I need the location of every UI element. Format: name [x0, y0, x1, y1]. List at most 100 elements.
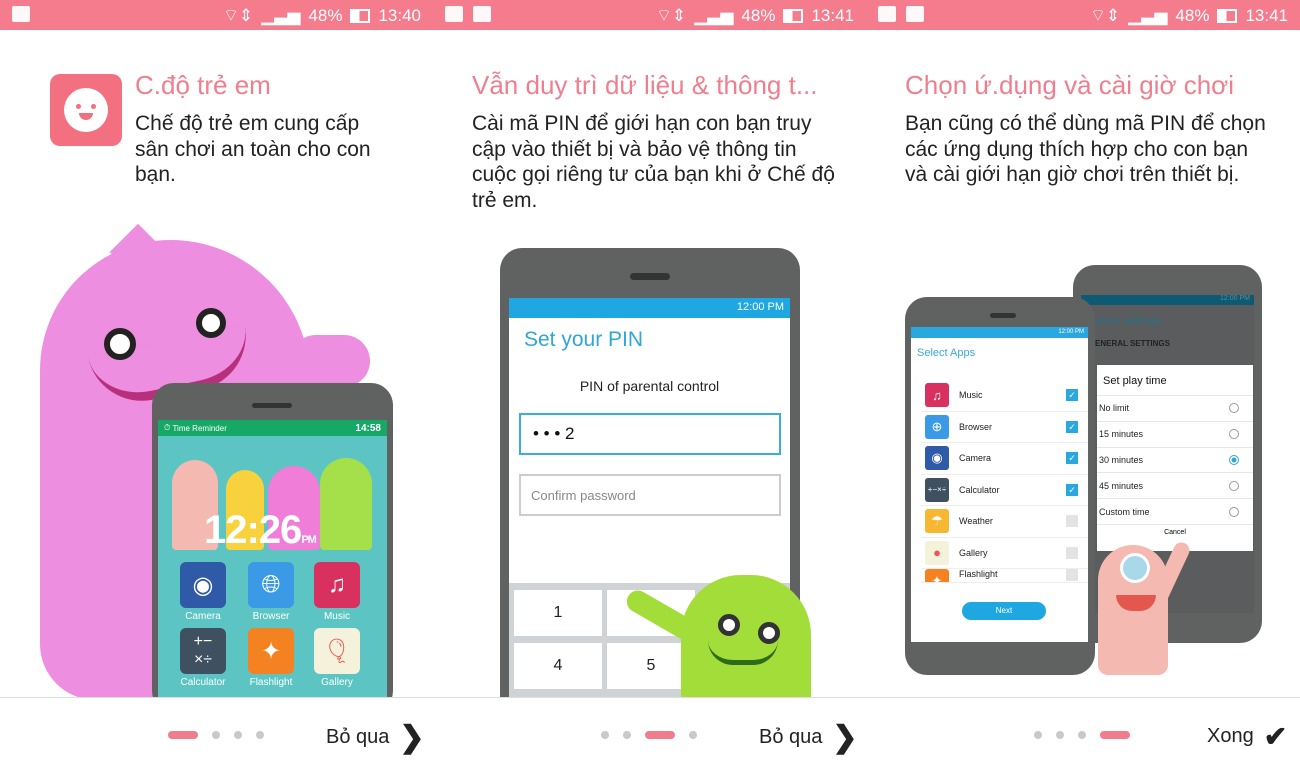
app-row-browser[interactable]: ⊕ Browser ✓: [921, 412, 1088, 443]
wifi-icon: ⌔⇕: [1089, 6, 1121, 25]
skip-label: Bỏ qua: [326, 726, 390, 748]
option-custom[interactable]: Custom time: [1097, 498, 1253, 524]
skip-button[interactable]: Bỏ qua ❯: [759, 720, 858, 755]
skip-button[interactable]: Bỏ qua ❯: [326, 720, 425, 755]
checkbox-unchecked[interactable]: [1066, 569, 1078, 581]
bottom-nav: Bỏ qua ❯: [0, 697, 433, 770]
chevron-right-icon: ❯: [399, 721, 425, 754]
page-dot: [234, 731, 242, 739]
clock: 13:40: [378, 5, 421, 25]
radio[interactable]: [1229, 480, 1239, 491]
phone-time: 12:00 PM: [1081, 295, 1254, 305]
app-row-camera[interactable]: ◉ Camera ✓: [921, 443, 1088, 475]
timer-icon: ⏱: [164, 423, 173, 432]
checkmark-icon: ✔: [1263, 721, 1288, 752]
clock: 13:41: [811, 5, 854, 25]
image-icon: [878, 6, 896, 22]
done-button[interactable]: Xong ✔: [1207, 720, 1287, 753]
wifi-icon: ⌔⇕: [222, 6, 254, 25]
page-dot-active: [1100, 731, 1130, 739]
app-camera[interactable]: ◉ Camera: [180, 562, 226, 622]
home-clock: 12:26PM: [204, 508, 317, 553]
chevron-right-icon: ❯: [832, 721, 858, 754]
checkbox-checked[interactable]: ✓: [1066, 452, 1078, 465]
battery-icon: [350, 8, 371, 23]
page-description: Bạn cũng có thể dùng mã PIN để chọn các …: [905, 112, 1266, 186]
reminder-time: 14:58: [355, 422, 381, 434]
globe-icon: ⊕: [925, 414, 949, 439]
balloon-icon: ●: [925, 540, 949, 565]
cancel-button[interactable]: Cancel: [1097, 523, 1253, 536]
option-30[interactable]: 30 minutes: [1097, 446, 1253, 473]
app-name: Music: [959, 390, 983, 401]
app-label: Browser: [252, 611, 290, 622]
checkbox-unchecked[interactable]: [1066, 515, 1078, 528]
page-dot: [1034, 731, 1042, 739]
app-list: ♫ Music ✓ ⊕ Browser ✓ ◉ Camera ✓ +−×÷ Calculato…: [921, 380, 1088, 583]
bottom-nav: Bỏ qua ❯: [433, 697, 866, 770]
page-description: Cài mã PIN để giới hạn con bạn truy cập …: [472, 112, 835, 212]
radio[interactable]: [1229, 403, 1239, 414]
select-apps-heading: Select Apps: [917, 347, 976, 359]
home-clock-time: 12:26: [204, 508, 302, 552]
page-indicator: [601, 731, 697, 739]
radio-selected[interactable]: [1229, 454, 1239, 465]
option-label: 30 minutes: [1099, 454, 1144, 465]
page-dot: [212, 731, 220, 739]
music-note-icon: ♫: [314, 562, 360, 608]
checkbox-checked[interactable]: ✓: [1066, 389, 1078, 402]
app-flashlight[interactable]: ✦ Flashlight: [248, 628, 294, 688]
page-dot: [601, 731, 609, 739]
page-dot: [1056, 731, 1064, 739]
battery-percent: 48%: [308, 5, 343, 25]
app-row-weather[interactable]: ☂ Weather: [921, 506, 1088, 538]
globe-icon: 🌐︎: [248, 562, 294, 608]
app-label: Flashlight: [249, 677, 293, 688]
music-note-icon: ♫: [925, 383, 949, 408]
confirm-password-input[interactable]: Confirm password: [519, 474, 781, 516]
option-no-limit[interactable]: No limit: [1097, 395, 1253, 421]
app-calculator[interactable]: +− ×÷ Calculator: [180, 628, 226, 688]
app-music[interactable]: ♫ Music: [314, 562, 360, 622]
balloon-icon: 🎈︎: [314, 628, 360, 674]
done-label: Xong: [1207, 725, 1254, 747]
battery-icon: [783, 8, 804, 23]
kids-phone: ⏱ Time Reminder 14:58 12:26PM ◉ Camera 🌐︎ B…: [152, 383, 393, 713]
key-1[interactable]: 1: [514, 590, 602, 636]
option-label: 45 minutes: [1099, 480, 1144, 491]
option-15[interactable]: 15 minutes: [1097, 420, 1253, 447]
page-title: C.độ trẻ em: [135, 70, 271, 100]
briefcase-check-icon: [473, 6, 491, 22]
page-dot: [256, 731, 264, 739]
pin-input[interactable]: • • • 2: [519, 413, 781, 455]
next-button[interactable]: Next: [962, 602, 1046, 620]
app-gallery[interactable]: 🎈︎ Gallery: [314, 628, 360, 688]
page-dot: [689, 731, 697, 739]
app-row-music[interactable]: ♫ Music ✓: [921, 380, 1088, 412]
page-title: Vẫn duy trì dữ liệu & thông t...: [472, 70, 818, 100]
option-45[interactable]: 45 minutes: [1097, 472, 1253, 498]
panel-apps-time: ⌔⇕ ▁▃▅ 48% 13:41 Chọn ứ.dụng và cài giờ chơ…: [866, 0, 1300, 770]
app-row-gallery[interactable]: ● Gallery: [921, 538, 1088, 569]
battery-icon: [1217, 8, 1238, 23]
checkbox-checked[interactable]: ✓: [1066, 420, 1078, 433]
wifi-icon: ⌔⇕: [655, 6, 687, 25]
calculator-icon: +−×÷: [925, 477, 949, 502]
app-label: Camera: [185, 611, 221, 622]
briefcase-check-icon: [906, 6, 924, 22]
settings-section: ENERAL SETTINGS: [1095, 339, 1170, 348]
signal-icon: ▁▃▅: [261, 5, 301, 25]
app-row-flashlight[interactable]: ✦ Flashlight: [921, 569, 1088, 583]
key-4[interactable]: 4: [514, 643, 602, 689]
phone-time: 12:00 PM: [736, 301, 784, 313]
app-row-calculator[interactable]: +−×÷ Calculator ✓: [921, 475, 1088, 506]
radio[interactable]: [1229, 506, 1239, 517]
radio[interactable]: [1229, 429, 1239, 440]
app-name: Camera: [959, 453, 992, 464]
option-label: Custom time: [1099, 506, 1150, 517]
app-browser[interactable]: 🌐︎ Browser: [248, 562, 294, 622]
checkbox-checked[interactable]: ✓: [1066, 483, 1078, 496]
calculator-icon: +−×÷: [180, 628, 226, 674]
play-time-dialog: Set play time No limit 15 minutes 30 min…: [1097, 365, 1253, 551]
checkbox-unchecked[interactable]: [1066, 546, 1078, 559]
